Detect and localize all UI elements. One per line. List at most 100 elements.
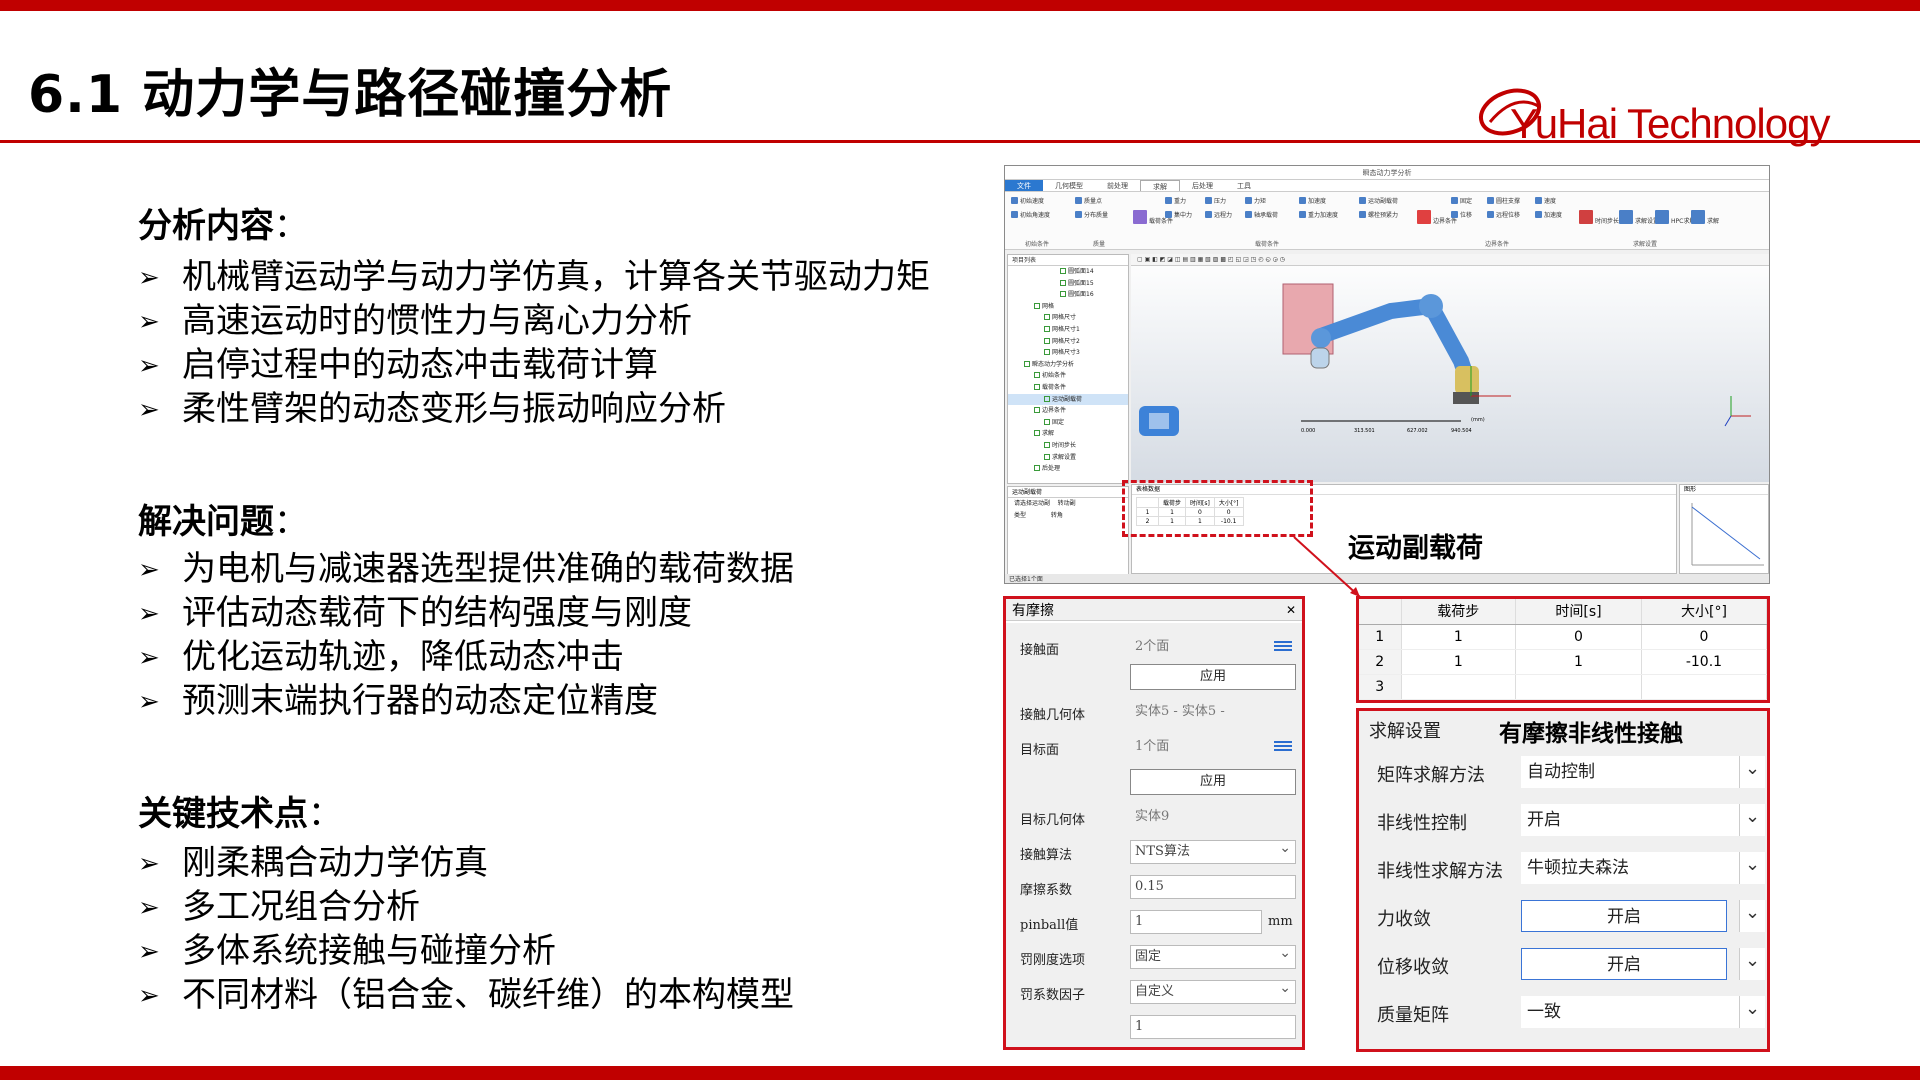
chevron-down-icon[interactable]: ⌄ [1739,852,1765,884]
nonlinear-control-select[interactable]: 开启 [1521,804,1741,836]
ribbon-button[interactable]: 圆柱支撑 [1487,196,1520,205]
penalty-factor-select[interactable]: 自定义 [1130,977,1296,1004]
penalty-factor-input[interactable]: 1 [1130,1015,1296,1039]
tree-item[interactable]: 网格尺寸3 [1008,347,1128,359]
tree-item[interactable]: 载荷条件 [1008,382,1128,394]
contact-algo-select[interactable]: NTS算法 [1130,837,1296,864]
table-row[interactable]: 3 [1359,674,1768,700]
table-row[interactable]: 2 1 1 -10.1 [1359,649,1768,675]
tree-item[interactable]: 网格尺寸1 [1008,324,1128,336]
contact-body-field: 实体5 - 实体5 - [1130,700,1296,724]
tree-item[interactable]: 求解设置 [1008,452,1128,464]
chevron-down-icon[interactable]: ⌄ [1739,900,1765,932]
ribbon-button[interactable]: 加速度 [1535,210,1562,219]
ribbon-group-label: 边界条件 [1485,241,1510,248]
tree-item[interactable]: 固定 [1008,417,1128,429]
load-table[interactable]: 载荷步 时间[s] 大小[°] 1100 2 1 1 -10.1 3 [1359,599,1768,700]
ribbon-button[interactable]: 轴承载荷 [1245,210,1278,219]
pinball-input[interactable]: 1 [1130,910,1262,934]
tree-item[interactable]: 求解 [1008,428,1128,440]
ribbon-button[interactable]: 远程位移 [1487,210,1520,219]
ribbon-group-label: 求解设置 [1633,241,1658,248]
menu-solve[interactable]: 求解 [1140,180,1180,191]
ribbon-button[interactable]: 螺栓预紧力 [1359,210,1398,219]
displacement-convergence-select[interactable]: 开启 [1521,948,1727,980]
ribbon-button[interactable]: 分布质量 [1075,210,1108,219]
ribbon-button[interactable]: 速度 [1535,196,1556,205]
ribbon-button[interactable]: 时间步长 [1579,210,1619,225]
ribbon-button[interactable]: 重力加速度 [1299,210,1338,219]
tree-item-selected[interactable]: 运动副载荷 [1008,393,1128,406]
ribbon-button[interactable]: 质量点 [1075,196,1102,205]
friction-coef-input[interactable]: 0.15 [1130,875,1296,899]
pinball-label: pinball值 [1020,918,1079,933]
ribbon-button[interactable]: HPC求解 [1655,210,1695,225]
solver-settings-panel: 求解设置 有摩擦非线性接触 矩阵求解方法 自动控制 ⌄ 非线性控制 开启 ⌄ 非… [1356,708,1770,1052]
tree-item[interactable]: 网格尺寸 [1008,312,1128,324]
friction-header: 有摩擦 ✕ [1006,599,1302,621]
matrix-method-select[interactable]: 自动控制 [1521,756,1741,788]
highlight-box [1122,480,1313,537]
tree-item[interactable]: 初始条件 [1008,370,1128,382]
ribbon-button[interactable]: 求解设置 [1619,210,1659,225]
contact-apply-button[interactable]: 应用 [1130,664,1296,690]
list-icon[interactable] [1274,741,1292,755]
penalty-stiffness-select[interactable]: 固定 [1130,942,1296,969]
view-cube-icon[interactable] [1139,406,1179,436]
column-header: 时间[s] [1515,599,1642,625]
tree-item[interactable]: 圆弧面14 [1008,266,1128,278]
chevron-down-icon[interactable]: ⌄ [1739,996,1765,1028]
force-convergence-select[interactable]: 开启 [1521,900,1727,932]
tree-item[interactable]: 边界条件 [1008,405,1128,417]
menu-preprocess[interactable]: 前处理 [1095,180,1140,191]
graph-panel: 图形 [1679,484,1769,574]
tree-item[interactable]: 圆弧面15 [1008,278,1128,290]
section-heading-key-tech: 关键技术点： [138,794,342,834]
menu-postprocess[interactable]: 后处理 [1180,180,1225,191]
contact-face-label: 接触面 [1020,643,1060,658]
property-row[interactable]: 请选择运动副 转动副 [1008,498,1128,510]
column-header: 载荷步 [1401,599,1517,625]
ribbon-button[interactable]: 初始速度 [1011,196,1044,205]
list-item: ➢ 为电机与减速器选型提供准确的载荷数据 [138,549,794,589]
ribbon-button[interactable]: 初始角速度 [1011,210,1050,219]
property-row[interactable]: 类型 转角 [1008,510,1128,522]
chevron-down-icon[interactable]: ⌄ [1739,756,1765,788]
ribbon-button[interactable]: 集中力 [1165,210,1192,219]
ribbon-button[interactable]: 运动副载荷 [1359,196,1398,205]
contact-face-field[interactable]: 2个面 [1130,635,1268,659]
target-face-field[interactable]: 1个面 [1130,735,1268,759]
tree-item[interactable]: 网格 [1008,301,1128,313]
ribbon-button[interactable]: 固定 [1451,196,1472,205]
table-row[interactable]: 1100 [1359,624,1768,650]
3d-viewport[interactable]: ▢ ▣ ◧ ◩ ◪ ◫ ▤ ▥ ▦ ▧ ▨ ▩ ◰ ◱ ◲ ◳ ◴ ◵ ◶ ◷ … [1131,254,1769,482]
robot-arm-model: 0.000 313.501 627.002 940.504 (mm) [1139,283,1751,436]
ribbon-button[interactable]: 远程力 [1205,210,1232,219]
callout-label: 运动副载荷 [1348,533,1483,564]
menu-file[interactable]: 文件 [1005,180,1043,191]
ribbon-group-label: 初始条件 [1025,241,1050,248]
tree-item[interactable]: 瞬态动力学分析 [1008,359,1128,371]
tree-item[interactable]: 圆弧面16 [1008,289,1128,301]
chevron-down-icon[interactable]: ⌄ [1739,804,1765,836]
nonlinear-method-select[interactable]: 牛顿拉夫森法 [1521,852,1741,884]
mass-matrix-select[interactable]: 一致 [1521,996,1741,1028]
tree-item[interactable]: 后处理 [1008,463,1128,475]
ribbon-button[interactable]: 压力 [1205,196,1226,205]
ribbon-button[interactable]: 重力 [1165,196,1186,205]
list-icon[interactable] [1274,641,1292,655]
solver-tab[interactable]: 求解设置 [1369,717,1441,743]
menu-geometry[interactable]: 几何模型 [1043,180,1095,191]
ribbon: 初始速度 初始角速度 质量点 分布质量 载荷条件 重力 集中力 压力 远程力 力… [1005,192,1769,250]
target-apply-button[interactable]: 应用 [1130,769,1296,795]
ribbon-button[interactable]: 加速度 [1299,196,1326,205]
ribbon-button[interactable]: 求解 [1691,210,1719,225]
chevron-down-icon[interactable]: ⌄ [1739,948,1765,980]
ribbon-button[interactable]: 力矩 [1245,196,1266,205]
close-icon[interactable]: ✕ [1286,599,1296,621]
tree-item[interactable]: 时间步长 [1008,440,1128,452]
tree-item[interactable]: 网格尺寸2 [1008,336,1128,348]
ribbon-button[interactable]: 位移 [1451,210,1472,219]
menu-tools[interactable]: 工具 [1225,180,1263,191]
scale-label: 627.002 [1407,428,1428,434]
